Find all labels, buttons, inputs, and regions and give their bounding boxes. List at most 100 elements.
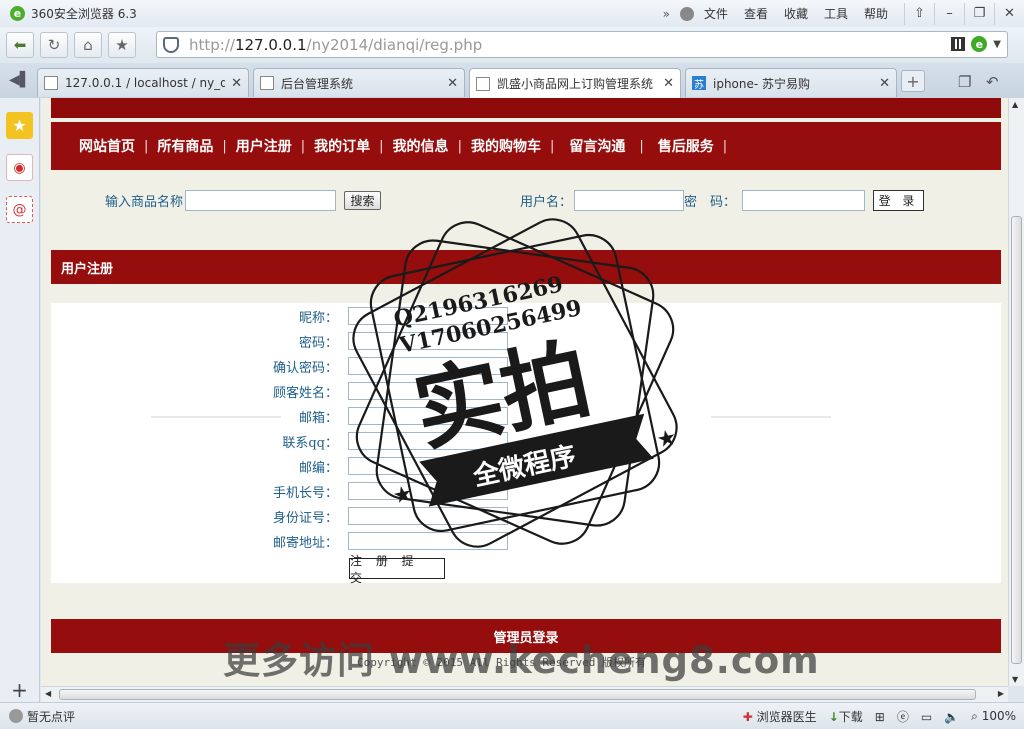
browser-mode-icon[interactable]: e: [971, 36, 988, 52]
postcode-field[interactable]: [348, 457, 508, 475]
form-row-email: 邮箱：: [51, 406, 1001, 426]
qr-code-icon[interactable]: [951, 37, 966, 51]
email-field[interactable]: [348, 407, 508, 425]
scroll-right-icon[interactable]: ▶: [998, 689, 1004, 698]
ie-mode-icon[interactable]: ⓔ: [897, 708, 909, 725]
home-icon: ⌂: [83, 36, 93, 54]
favorites-star-icon[interactable]: ★: [6, 112, 33, 139]
scroll-up-icon[interactable]: ▲: [1012, 100, 1018, 109]
vertical-scrollbar[interactable]: ▲ ▼: [1008, 98, 1024, 686]
vertical-scroll-thumb[interactable]: [1011, 216, 1022, 664]
tab-admin-system[interactable]: 后台管理系统 ✕: [253, 68, 465, 97]
more-chevron-icon[interactable]: »: [663, 7, 670, 21]
window-icon[interactable]: ▭: [921, 710, 932, 724]
panel-title: 用户注册: [61, 261, 114, 277]
nav-all-products[interactable]: 所有商品: [157, 136, 213, 156]
refresh-icon: ↻: [47, 36, 61, 54]
nav-home[interactable]: 网站首页: [79, 136, 135, 156]
scroll-left-icon[interactable]: ◀: [45, 689, 51, 698]
new-tab-button[interactable]: +: [901, 70, 925, 92]
nav-my-info[interactable]: 我的信息: [393, 136, 449, 156]
nav-register[interactable]: 用户注册: [236, 136, 292, 156]
download-button[interactable]: ↓下载: [829, 708, 863, 725]
restore-tabs-icon[interactable]: ❐: [958, 73, 971, 91]
admin-login-link[interactable]: 管理员登录: [493, 627, 558, 646]
rating-icon: [9, 709, 23, 723]
close-icon[interactable]: ✕: [663, 76, 674, 91]
download-arrow-icon: ↓: [828, 710, 839, 724]
close-window-button[interactable]: ✕: [994, 2, 1024, 25]
shield-icon: [163, 36, 179, 53]
close-icon[interactable]: ✕: [879, 76, 890, 91]
star-icon: ★: [115, 36, 129, 54]
chevron-down-icon[interactable]: ▼: [993, 39, 1001, 50]
menu-bar: » 文件 查看 收藏 工具 帮助 ⇧ – ❐ ✕: [663, 0, 1024, 27]
menu-tools[interactable]: 工具: [824, 5, 848, 22]
tab-phpmyadmin[interactable]: 127.0.0.1 / localhost / ny_di ✕: [37, 68, 249, 97]
undo-icon[interactable]: ↶: [986, 73, 999, 91]
nav-messages[interactable]: 留言沟通: [569, 136, 625, 156]
mobile-field[interactable]: [348, 482, 508, 500]
password-field[interactable]: [348, 332, 508, 350]
close-icon[interactable]: ✕: [447, 76, 458, 91]
weibo-icon[interactable]: ◉: [6, 154, 33, 181]
close-icon[interactable]: ✕: [231, 76, 242, 91]
login-button[interactable]: 登 录: [873, 190, 925, 211]
tab-suning[interactable]: 苏 iphone- 苏宁易购 ✕: [685, 68, 897, 97]
status-text[interactable]: 暂无点评: [27, 708, 75, 725]
volume-icon[interactable]: 🔈: [944, 710, 959, 724]
product-search-input[interactable]: [185, 190, 337, 211]
nav-my-cart[interactable]: 我的购物车: [471, 136, 541, 156]
skin-button[interactable]: ⇧: [904, 2, 934, 25]
mailing-address-field[interactable]: [348, 532, 508, 550]
register-panel-header: 用户注册: [51, 250, 1001, 284]
confirm-password-field[interactable]: [348, 357, 508, 375]
form-row-customer-name: 顾客姓名：: [51, 381, 1001, 401]
app-title: 360安全浏览器 6.3: [31, 7, 137, 21]
search-button[interactable]: 搜索: [344, 191, 382, 210]
form-row-postcode: 邮编：: [51, 456, 1001, 476]
back-button[interactable]: ⬅: [6, 32, 34, 58]
refresh-button[interactable]: ↻: [40, 32, 68, 58]
mail-icon[interactable]: @: [6, 196, 33, 223]
id-number-field[interactable]: [348, 507, 508, 525]
home-button[interactable]: ⌂: [74, 32, 102, 58]
mode-icon[interactable]: ⊞: [875, 710, 885, 724]
browser-doctor-button[interactable]: ✚ 浏览器医生: [743, 708, 817, 725]
site-nav: 网站首页 | 所有商品 | 用户注册 | 我的订单 | 我的信息 | 我的购物车 | 留言沟…: [51, 122, 1001, 170]
minimize-button[interactable]: –: [934, 2, 964, 25]
scroll-down-icon[interactable]: ▼: [1012, 675, 1018, 684]
status-bar: 暂无点评 ✚ 浏览器医生 ↓下载 ⊞ ⓔ ▭ 🔈 ⌕ 100%: [0, 702, 1024, 729]
register-submit-button[interactable]: 注 册 提 交: [349, 554, 445, 585]
page-icon: [44, 76, 58, 90]
tab-shop-system[interactable]: 凯盛小商品网上订购管理系统 ✕: [469, 68, 681, 98]
tab-bar: ◀▌ 127.0.0.1 / localhost / ny_di ✕ 后台管理系…: [0, 63, 1024, 98]
customer-name-field[interactable]: [348, 382, 508, 400]
add-icon[interactable]: +: [6, 676, 33, 703]
menu-file[interactable]: 文件: [704, 5, 728, 22]
address-bar[interactable]: http://127.0.0.1/ny2014/dianqi/reg.php e…: [156, 31, 1008, 58]
favorite-button[interactable]: ★: [108, 32, 136, 58]
menu-view[interactable]: 查看: [744, 5, 768, 22]
horizontal-scrollbar[interactable]: ◀ ▶: [41, 686, 1008, 702]
restore-button[interactable]: ❐: [964, 2, 994, 25]
admin-login-bar: 管理员登录: [51, 619, 1001, 653]
nav-my-orders[interactable]: 我的订单: [314, 136, 370, 156]
header-banner: [51, 98, 1001, 118]
username-input[interactable]: [574, 190, 685, 211]
register-form: 昵称： 密码： 确认密码： 顾客姓名： 邮箱： 联系qq： 邮编： 手机长号： …: [51, 303, 1001, 585]
menu-favorites[interactable]: 收藏: [784, 5, 808, 22]
search-label: 输入商品名称: [105, 195, 184, 210]
url-text[interactable]: http://127.0.0.1/ny2014/dianqi/reg.php: [189, 36, 482, 54]
browser-logo-icon: e: [10, 6, 25, 21]
zoom-control[interactable]: ⌕ 100%: [971, 709, 1016, 724]
user-icon[interactable]: [679, 6, 694, 21]
password-input[interactable]: [742, 190, 866, 211]
form-row-qq: 联系qq：: [51, 431, 1001, 451]
nav-after-sales[interactable]: 售后服务: [658, 136, 714, 156]
horizontal-scroll-thumb[interactable]: [59, 689, 976, 700]
menu-help[interactable]: 帮助: [864, 5, 888, 22]
qq-field[interactable]: [348, 432, 508, 450]
sidebar-toggle-icon[interactable]: ◀▌: [9, 72, 31, 88]
nickname-input[interactable]: [348, 307, 508, 325]
